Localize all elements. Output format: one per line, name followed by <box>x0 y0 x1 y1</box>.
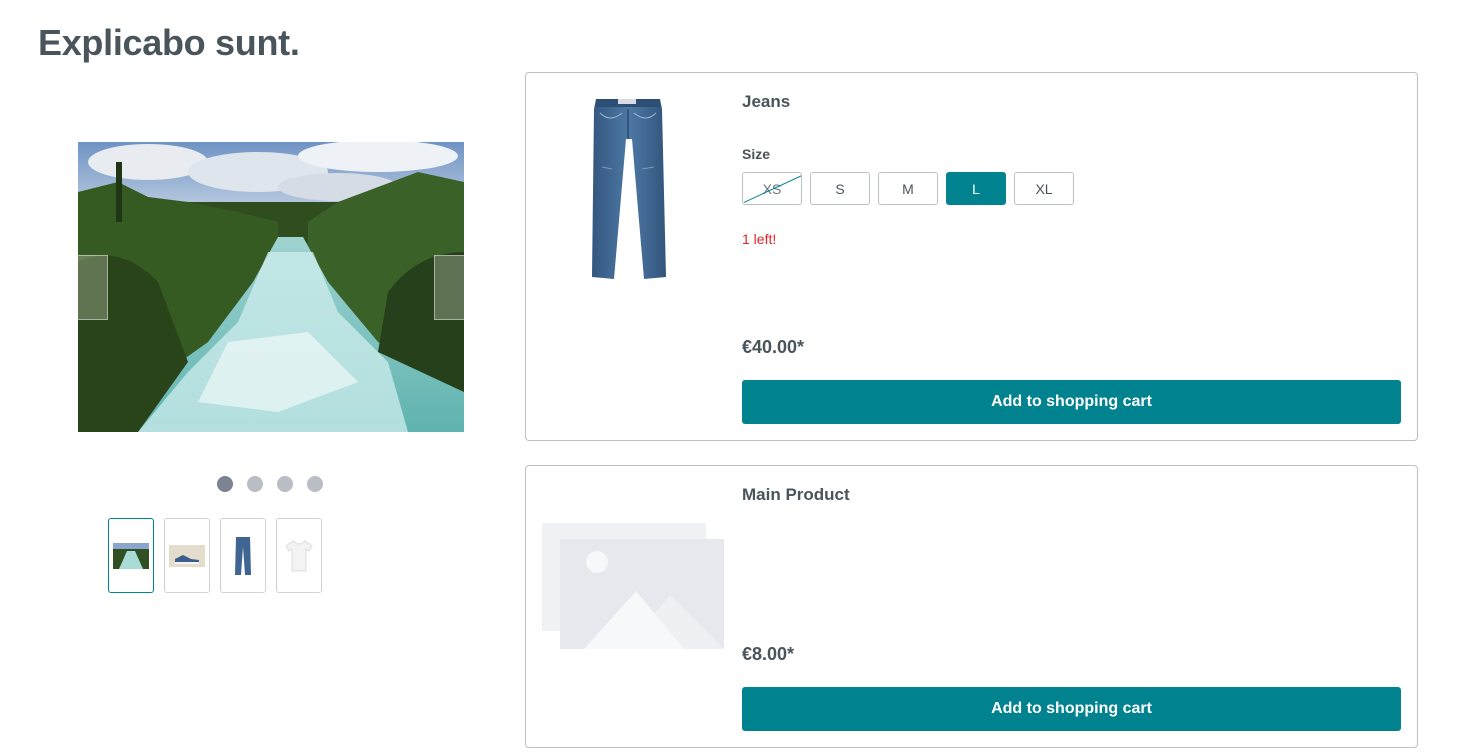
size-option-xs[interactable]: XS <box>742 172 802 205</box>
stock-warning: 1 left! <box>742 231 777 247</box>
thumbnail-jeans[interactable] <box>220 518 266 593</box>
gallery-prev-button[interactable] <box>78 255 108 320</box>
jeans-image <box>592 99 666 279</box>
size-option-m[interactable]: M <box>878 172 938 205</box>
unavailable-strike <box>743 174 801 203</box>
size-options: XS S M L XL <box>742 172 1074 205</box>
product-card-jeans: Jeans Size XS S M L XL 1 left! €40.00* A… <box>525 72 1418 441</box>
thumbnail-tshirt[interactable] <box>276 518 322 593</box>
gallery-dot[interactable] <box>247 476 263 492</box>
product-price: €8.00* <box>742 644 795 664</box>
size-option-l[interactable]: L <box>946 172 1006 205</box>
size-option-s[interactable]: S <box>810 172 870 205</box>
size-label-m: M <box>902 180 914 197</box>
waterfall-image <box>78 142 464 432</box>
waterfall-thumbnail-icon <box>113 542 149 569</box>
gallery-dot[interactable] <box>307 476 323 492</box>
product-name[interactable]: Main Product <box>742 485 850 505</box>
product-image-jeans[interactable] <box>588 97 668 286</box>
gallery-dot[interactable] <box>277 476 293 492</box>
thumbnail-waterfall[interactable] <box>108 518 154 593</box>
gallery-thumbnails <box>108 518 322 593</box>
gallery-dots <box>217 476 323 492</box>
product-price: €40.00* <box>742 337 805 357</box>
placeholder-image-icon <box>542 523 724 649</box>
size-label: Size <box>742 146 771 162</box>
gallery-dot[interactable] <box>217 476 233 492</box>
shoe-thumbnail-icon <box>169 544 205 567</box>
size-label-l: L <box>972 180 980 197</box>
product-name[interactable]: Jeans <box>742 92 790 112</box>
gallery-main-image[interactable] <box>78 142 464 432</box>
gallery-next-button[interactable] <box>434 255 464 320</box>
thumbnail-shoe[interactable] <box>164 518 210 593</box>
jeans-thumbnail-icon <box>235 536 251 575</box>
size-label-s: S <box>835 180 845 197</box>
page-title: Explicabo sunt. <box>38 22 300 63</box>
tshirt-thumbnail-icon <box>285 539 313 571</box>
product-card-main-product: Main Product €8.00* Add to shopping cart <box>525 465 1418 748</box>
product-image-main-product[interactable] <box>542 523 724 654</box>
size-label-xl: XL <box>1035 180 1053 197</box>
add-to-cart-button[interactable]: Add to shopping cart <box>742 380 1401 424</box>
add-to-cart-button[interactable]: Add to shopping cart <box>742 687 1401 731</box>
size-option-xl[interactable]: XL <box>1014 172 1074 205</box>
